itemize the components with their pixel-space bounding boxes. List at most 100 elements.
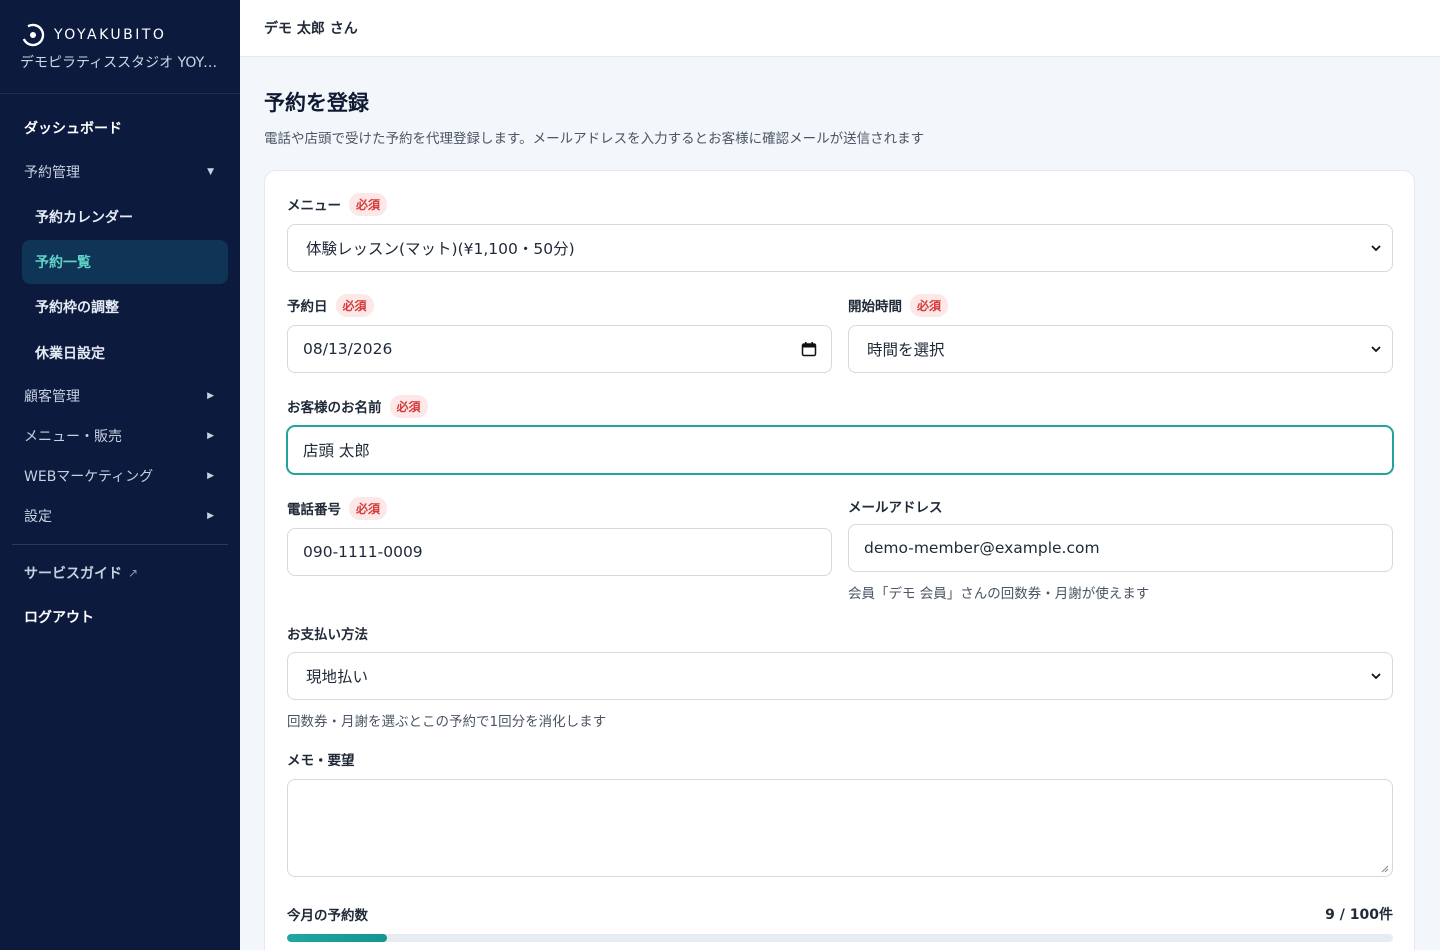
main-content: 予約を登録 電話や店頭で受けた予約を代理登録します。メールアドレスを入力するとお… xyxy=(264,57,1416,950)
monthly-usage-count: 9 / 100件 xyxy=(1325,907,1393,923)
menu-label-text: メニュー xyxy=(287,198,341,214)
resize-grip-icon[interactable] xyxy=(1381,865,1389,873)
sidebar-group-customers[interactable]: 顧客管理 ▶ xyxy=(0,376,240,416)
calendar-icon[interactable] xyxy=(801,341,817,357)
chevron-down-icon xyxy=(1371,245,1381,252)
sidebar-group-reservations[interactable]: 予約管理 ▼ xyxy=(0,150,240,194)
sidebar-item-slot-adjust[interactable]: 予約枠の調整 xyxy=(0,284,240,330)
email-input-value: demo-member@example.com xyxy=(864,539,1100,557)
sidebar-item-reservation-list[interactable]: 予約一覧 xyxy=(22,240,228,284)
sidebar-item-label: 予約枠の調整 xyxy=(35,300,119,316)
external-link-icon: ↗ xyxy=(128,566,139,580)
customer-name-label-text: お客様のお名前 xyxy=(287,400,382,416)
chevron-down-icon xyxy=(1371,673,1381,680)
sidebar-item-logout[interactable]: ログアウト xyxy=(0,595,240,639)
sidebar-nav: ダッシュボード 予約管理 ▼ 予約カレンダー 予約一覧 予約枠の調整 休業日設定… xyxy=(0,94,240,639)
payment-field: お支払い方法 現地払い 回数券・月謝を選ぶとこの予約で1回分を消化します xyxy=(287,621,1393,730)
sidebar-item-dashboard[interactable]: ダッシュボード xyxy=(0,106,240,150)
brand-logo[interactable]: YOYAKUBITO xyxy=(20,22,220,48)
sidebar-group-menu-sales[interactable]: メニュー・販売 ▶ xyxy=(0,416,240,456)
caret-right-icon: ▶ xyxy=(207,431,214,441)
required-badge: 必須 xyxy=(349,496,388,520)
topbar: デモ 太郎 さん xyxy=(240,0,1440,57)
sidebar-item-label: 予約カレンダー xyxy=(35,210,133,226)
brand-name: YOYAKUBITO xyxy=(54,27,167,43)
logo-icon xyxy=(21,23,45,47)
sidebar: YOYAKUBITO デモピラティススタジオ YOYAKUBITO ダッシュボー… xyxy=(0,0,240,950)
user-name[interactable]: デモ 太郎 さん xyxy=(264,18,358,38)
payment-select[interactable]: 現地払い xyxy=(287,652,1393,700)
date-input[interactable]: 08/13/2026 xyxy=(287,325,832,373)
monthly-usage-progress xyxy=(287,934,1393,942)
sidebar-item-label: 休業日設定 xyxy=(35,346,105,362)
payment-label: お支払い方法 xyxy=(287,621,1393,645)
email-hint: 会員「デモ 会員」さんの回数券・月謝が使えます xyxy=(848,586,1150,602)
menu-select[interactable]: 体験レッスン(マット)(¥1,100・50分) xyxy=(287,224,1393,272)
sidebar-group-settings[interactable]: 設定 ▶ xyxy=(0,496,240,536)
phone-input[interactable]: 090-1111-0009 xyxy=(287,528,832,576)
menu-label: メニュー 必須 xyxy=(287,192,1393,216)
phone-input-value: 090-1111-0009 xyxy=(303,543,423,561)
memo-label: メモ・要望 xyxy=(287,747,1393,771)
caret-down-icon: ▼ xyxy=(207,167,214,177)
reservation-form-card: メニュー 必須 体験レッスン(マット)(¥1,100・50分) 予約日 必須 0… xyxy=(264,170,1415,950)
required-badge: 必須 xyxy=(389,394,428,418)
date-label: 予約日 必須 xyxy=(287,293,832,317)
required-badge: 必須 xyxy=(910,293,949,317)
payment-select-value: 現地払い xyxy=(306,668,369,686)
page-title: 予約を登録 xyxy=(264,91,369,115)
start-time-label: 開始時間 必須 xyxy=(848,293,1393,317)
sidebar-item-reservation-calendar[interactable]: 予約カレンダー xyxy=(0,194,240,240)
memo-field: メモ・要望 xyxy=(287,747,1393,877)
customer-name-input-value: 店頭 太郎 xyxy=(303,442,370,460)
start-time-select-value: 時間を選択 xyxy=(867,341,945,359)
date-label-text: 予約日 xyxy=(287,299,328,315)
email-input[interactable]: demo-member@example.com xyxy=(848,524,1393,572)
email-field: メールアドレス demo-member@example.com 会員「デモ 会員… xyxy=(848,494,1393,602)
email-label: メールアドレス xyxy=(848,494,1393,518)
brand: YOYAKUBITO デモピラティススタジオ YOYAKUBITO xyxy=(0,0,240,94)
payment-label-text: お支払い方法 xyxy=(287,627,368,643)
monthly-usage-progress-fill xyxy=(287,934,387,942)
sidebar-divider xyxy=(12,544,228,545)
required-badge: 必須 xyxy=(335,293,374,317)
start-time-field: 開始時間 必須 時間を選択 xyxy=(848,293,1393,373)
phone-field: 電話番号 必須 090-1111-0009 xyxy=(287,496,832,576)
customer-name-label: お客様のお名前 必須 xyxy=(287,394,1393,418)
customer-name-field: お客様のお名前 必須 店頭 太郎 xyxy=(287,394,1393,474)
sidebar-item-label: サービスガイド xyxy=(24,566,122,582)
monthly-usage-label: 今月の予約数 xyxy=(287,908,368,924)
sidebar-group-label: WEBマーケティング xyxy=(24,469,154,485)
sidebar-group-label: メニュー・販売 xyxy=(24,429,122,445)
monthly-usage-row: 今月の予約数 9 / 100件 xyxy=(287,904,1393,924)
date-input-value: 08/13/2026 xyxy=(303,340,393,358)
payment-hint: 回数券・月謝を選ぶとこの予約で1回分を消化します xyxy=(287,714,607,730)
start-time-label-text: 開始時間 xyxy=(848,299,902,315)
studio-name: デモピラティススタジオ YOYAKUBITO xyxy=(20,55,225,71)
phone-label-text: 電話番号 xyxy=(287,502,341,518)
sidebar-item-label: ログアウト xyxy=(24,610,94,626)
caret-right-icon: ▶ xyxy=(207,471,214,481)
menu-select-value: 体験レッスン(マット)(¥1,100・50分) xyxy=(306,240,575,258)
email-label-text: メールアドレス xyxy=(848,500,943,516)
sidebar-item-label: 予約一覧 xyxy=(35,255,91,271)
caret-right-icon: ▶ xyxy=(207,391,214,401)
customer-name-input[interactable]: 店頭 太郎 xyxy=(287,426,1393,474)
sidebar-item-service-guide[interactable]: サービスガイド ↗ xyxy=(0,551,240,595)
sidebar-item-label: ダッシュボード xyxy=(24,121,122,137)
memo-label-text: メモ・要望 xyxy=(287,753,355,769)
page-description: 電話や店頭で受けた予約を代理登録します。メールアドレスを入力するとお客様に確認メ… xyxy=(264,131,925,147)
sidebar-item-holiday-settings[interactable]: 休業日設定 xyxy=(0,330,240,376)
required-badge: 必須 xyxy=(349,192,388,216)
phone-label: 電話番号 必須 xyxy=(287,496,832,520)
sidebar-group-label: 予約管理 xyxy=(24,165,80,181)
start-time-select[interactable]: 時間を選択 xyxy=(848,325,1393,373)
date-field: 予約日 必須 08/13/2026 xyxy=(287,293,832,373)
chevron-down-icon xyxy=(1371,346,1381,353)
sidebar-group-label: 顧客管理 xyxy=(24,389,80,405)
sidebar-group-label: 設定 xyxy=(24,509,52,525)
memo-textarea[interactable] xyxy=(287,779,1393,877)
menu-field: メニュー 必須 体験レッスン(マット)(¥1,100・50分) xyxy=(287,192,1393,272)
sidebar-group-web-marketing[interactable]: WEBマーケティング ▶ xyxy=(0,456,240,496)
caret-right-icon: ▶ xyxy=(207,511,214,521)
